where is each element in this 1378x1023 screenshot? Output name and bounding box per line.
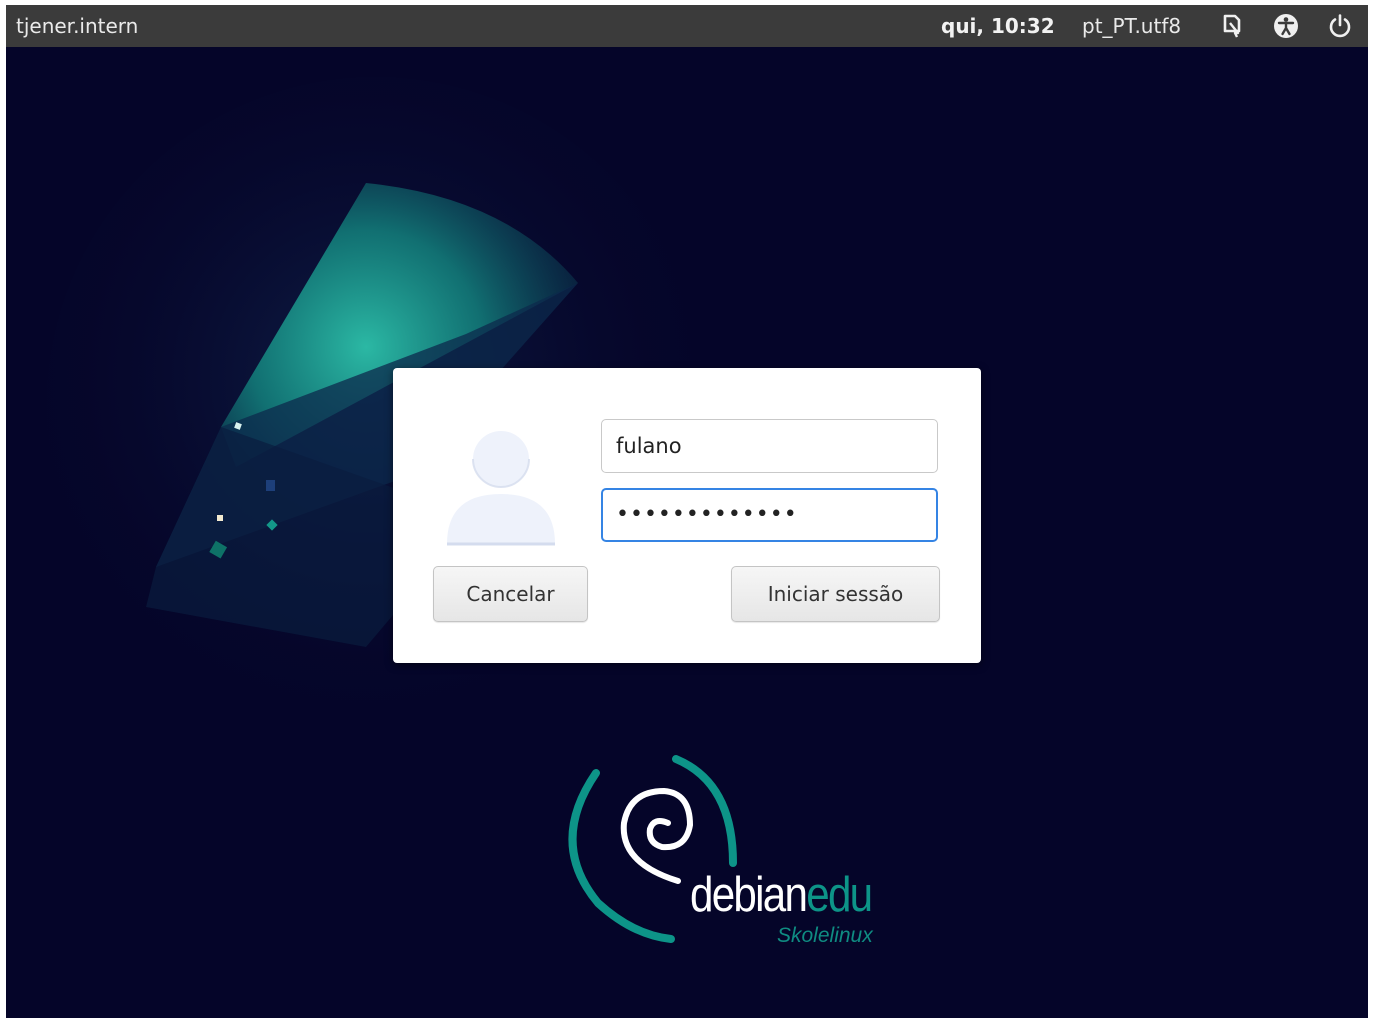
wordmark-debian: debian [690, 868, 808, 922]
hostname-label: tjener.intern [16, 14, 139, 38]
skolelinux-subtitle: Skolelinux [777, 924, 873, 947]
top-bar: tjener.intern qui, 10:32 pt_PT.utf8 [6, 5, 1368, 47]
accessibility-icon[interactable] [1273, 13, 1299, 39]
screen-keyboard-icon[interactable] [1219, 13, 1245, 39]
locale-label[interactable]: pt_PT.utf8 [1082, 14, 1181, 38]
login-screen: tjener.intern qui, 10:32 pt_PT.utf8 fula… [6, 5, 1368, 1018]
debian-swirl-logo [558, 753, 918, 953]
user-avatar-icon [445, 426, 557, 548]
debianedu-wordmark: debianedu [690, 868, 873, 922]
cancel-button[interactable]: Cancelar [433, 566, 588, 622]
login-button[interactable]: Iniciar sessão [731, 566, 940, 622]
password-input[interactable]: ••••••••••••• [601, 488, 938, 542]
username-input[interactable]: fulano [601, 419, 938, 473]
clock-label[interactable]: qui, 10:32 [941, 14, 1055, 38]
power-icon[interactable] [1327, 13, 1353, 39]
wordmark-edu: edu [806, 868, 873, 922]
login-dialog: fulano ••••••••••••• Cancelar Iniciar se… [393, 368, 981, 663]
